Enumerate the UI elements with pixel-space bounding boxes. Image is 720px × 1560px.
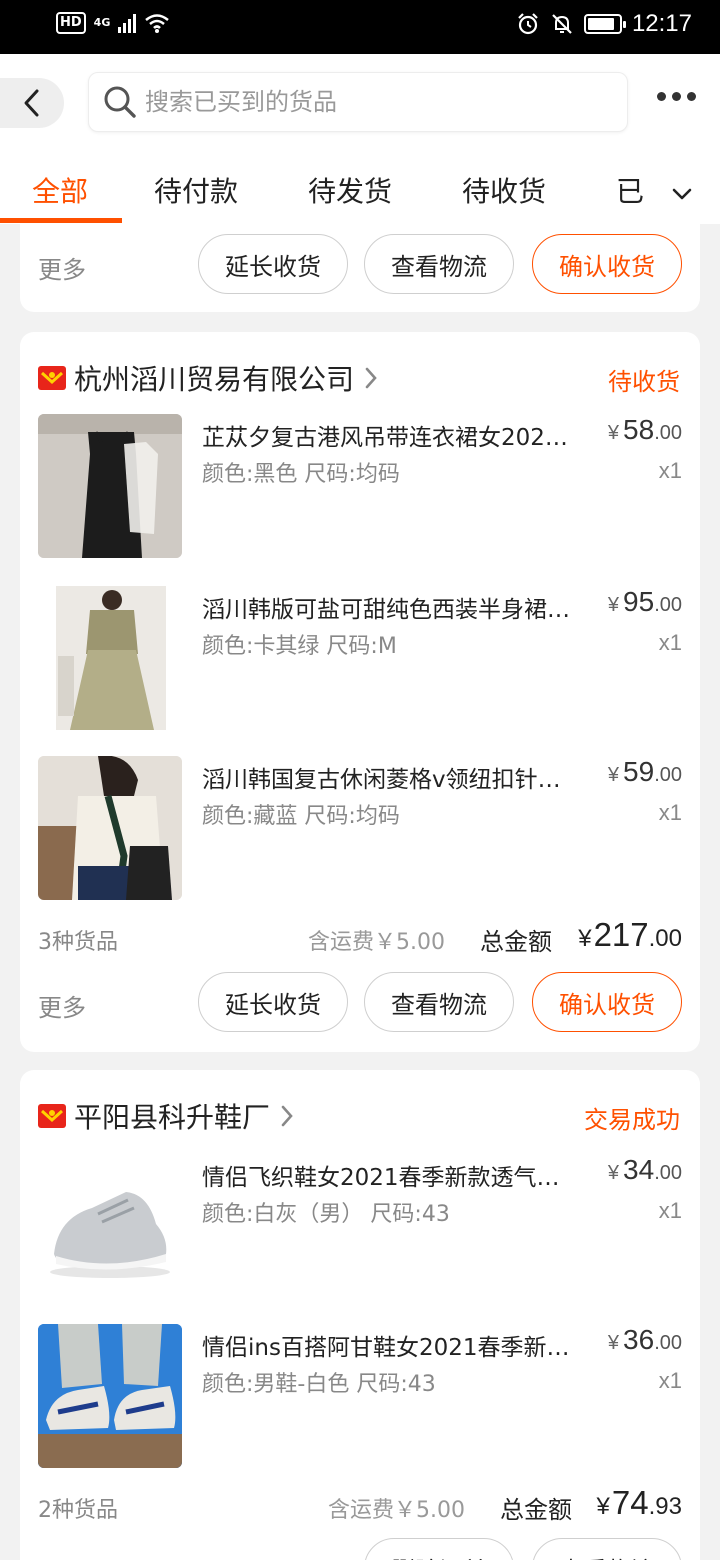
- order-item[interactable]: 情侣飞织鞋女2021春季新款透气百搭运动鞋 颜色:白灰（男） 尺码:43 ¥34…: [38, 1154, 682, 1298]
- product-title: 情侣飞织鞋女2021春季新款透气百搭运动鞋: [202, 1165, 572, 1191]
- total-label: 总金额: [500, 1496, 572, 1524]
- header: 全部 待付款 待发货 待收货 已评价: [0, 54, 720, 224]
- search-input[interactable]: [145, 88, 585, 116]
- order-card-partial: 更多 延长收货 查看物流 确认收货: [20, 224, 700, 312]
- order-actions: 更多 延长收货 查看物流 确认收货: [38, 234, 682, 296]
- product-spec: 颜色:卡其绿 尺码:M: [202, 634, 397, 659]
- mute-icon: [552, 14, 572, 34]
- product-image: [38, 1154, 182, 1298]
- tab-pending-shipment[interactable]: 待发货: [308, 170, 392, 210]
- confirm-receipt-button[interactable]: 确认收货: [532, 234, 682, 294]
- order-actions: 更多 延长收货 查看物流 确认收货: [38, 972, 682, 1034]
- shop-icon: [38, 366, 66, 390]
- view-logistics-button[interactable]: 查看物流: [364, 972, 514, 1032]
- product-quantity: x1: [658, 1198, 682, 1223]
- product-spec: 颜色:藏蓝 尺码:均码: [202, 804, 400, 829]
- product-title: 滔川韩国复古休闲菱格v领纽扣针织开衫: [202, 767, 572, 793]
- product-quantity: x1: [658, 800, 682, 825]
- more-link[interactable]: 更多: [38, 250, 86, 285]
- more-menu-icon[interactable]: [657, 92, 696, 101]
- product-title: 情侣ins百搭阿甘鞋女2021春季新款休闲鞋: [202, 1335, 572, 1361]
- chevron-right-icon: [365, 367, 377, 389]
- order-item[interactable]: 滔川韩国复古休闲菱格v领纽扣针织开衫 颜色:藏蓝 尺码:均码 ¥59.00 x1: [38, 756, 682, 900]
- order-summary: 3种货品 含运费￥5.00 总金额 ¥217.00: [38, 916, 682, 956]
- extend-receipt-button[interactable]: 延长收货: [198, 972, 348, 1032]
- order-item[interactable]: 芷苁夕复古港风吊带连衣裙女2021春夏新款 颜色:黑色 尺码:均码 ¥58.00…: [38, 414, 682, 558]
- delete-order-button[interactable]: 删除订单: [364, 1538, 514, 1560]
- total-amount: ¥74.93: [596, 1484, 682, 1521]
- order-status: 待收货: [608, 368, 680, 396]
- tab-all[interactable]: 全部: [32, 170, 88, 210]
- order-card: 杭州滔川贸易有限公司 待收货 芷苁夕复古港风吊带连衣裙女2021春夏新款 颜色:…: [20, 332, 700, 1052]
- product-spec: 颜色:男鞋-白色 尺码:43: [202, 1372, 436, 1397]
- shipping-fee: 含运费￥5.00: [328, 1498, 465, 1523]
- product-image: [38, 756, 182, 900]
- shop-header[interactable]: 平阳县科升鞋厂: [38, 1096, 294, 1136]
- product-title: 滔川韩版可盐可甜纯色西装半身裙套装: [202, 597, 572, 623]
- product-quantity: x1: [658, 630, 682, 655]
- tab-pending-payment[interactable]: 待付款: [154, 170, 238, 210]
- shop-name: 平阳县科升鞋厂: [74, 1101, 271, 1134]
- product-price: ¥95.00: [607, 586, 682, 617]
- wifi-icon: [145, 14, 170, 33]
- product-price: ¥58.00: [607, 414, 682, 445]
- status-bar: HD 4G 12:17: [0, 0, 720, 54]
- product-price: ¥36.00: [607, 1324, 682, 1355]
- product-title: 芷苁夕复古港风吊带连衣裙女2021春夏新款: [202, 425, 572, 451]
- total-amount: ¥217.00: [578, 916, 682, 953]
- battery-level: [587, 18, 614, 30]
- product-image: [38, 414, 182, 558]
- order-tabs: 全部 待付款 待发货 待收货 已评价: [0, 164, 720, 224]
- hd-indicator: HD: [56, 12, 86, 34]
- active-tab-indicator: [0, 218, 122, 223]
- order-status: 交易成功: [584, 1106, 680, 1134]
- product-spec: 颜色:黑色 尺码:均码: [202, 462, 400, 487]
- product-image: [38, 1324, 182, 1468]
- shop-icon: [38, 1104, 66, 1128]
- tab-pending-receipt[interactable]: 待收货: [462, 170, 546, 210]
- item-count: 2种货品: [38, 1498, 118, 1523]
- item-count: 3种货品: [38, 930, 118, 955]
- shop-header[interactable]: 杭州滔川贸易有限公司: [38, 358, 378, 398]
- extend-receipt-button[interactable]: 延长收货: [198, 234, 348, 294]
- product-image: [38, 586, 182, 730]
- alarm-icon: [518, 13, 538, 35]
- product-quantity: x1: [658, 458, 682, 483]
- product-quantity: x1: [658, 1368, 682, 1393]
- total-label: 总金额: [480, 928, 552, 956]
- battery-icon: [583, 14, 626, 34]
- order-item[interactable]: 情侣ins百搭阿甘鞋女2021春季新款休闲鞋 颜色:男鞋-白色 尺码:43 ¥3…: [38, 1324, 682, 1468]
- network-type: 4G: [93, 16, 111, 29]
- shipping-fee: 含运费￥5.00: [308, 930, 445, 955]
- shop-name: 杭州滔川贸易有限公司: [74, 363, 355, 396]
- tab-expand-button[interactable]: [644, 164, 720, 224]
- view-logistics-button[interactable]: 查看物流: [532, 1538, 682, 1560]
- back-arrow-icon: [24, 89, 39, 117]
- chevron-right-icon: [281, 1105, 293, 1127]
- clock: 12:17: [631, 10, 692, 37]
- product-spec: 颜色:白灰（男） 尺码:43: [202, 1202, 450, 1227]
- product-price: ¥59.00: [607, 756, 682, 787]
- order-summary: 2种货品 含运费￥5.00 总金额 ¥74.93: [38, 1484, 682, 1524]
- product-price: ¥34.00: [607, 1154, 682, 1185]
- signal-icon: [118, 13, 137, 33]
- search-icon: [104, 86, 136, 118]
- chevron-down-icon: [672, 188, 692, 200]
- order-card: 平阳县科升鞋厂 交易成功 情侣飞织鞋女2021春季新款透气百搭运动鞋 颜色:白灰…: [20, 1070, 700, 1560]
- order-item[interactable]: 滔川韩版可盐可甜纯色西装半身裙套装 颜色:卡其绿 尺码:M ¥95.00 x1: [38, 586, 682, 730]
- confirm-receipt-button[interactable]: 确认收货: [532, 972, 682, 1032]
- search-box[interactable]: [88, 72, 628, 132]
- more-link[interactable]: 更多: [38, 988, 86, 1023]
- view-logistics-button[interactable]: 查看物流: [364, 234, 514, 294]
- back-button[interactable]: [0, 78, 64, 128]
- order-actions: 删除订单 查看物流: [38, 1538, 682, 1560]
